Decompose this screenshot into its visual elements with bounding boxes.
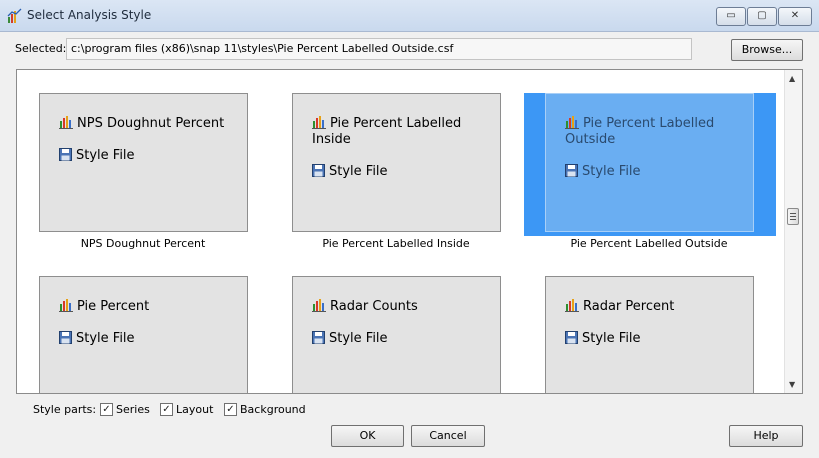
scroll-up-arrow-icon[interactable]: ▲ — [789, 74, 795, 83]
bar-chart-icon — [59, 116, 73, 129]
bar-chart-icon — [59, 299, 73, 312]
style-type: Style File — [312, 164, 388, 180]
layout-label[interactable]: Layout — [176, 403, 213, 416]
style-card-pie-percent[interactable]: Pie Percent Style File — [39, 276, 248, 393]
floppy-disk-icon — [565, 331, 578, 344]
series-checkbox[interactable]: ✓ — [100, 403, 113, 416]
style-card-radar-counts[interactable]: Radar Counts Style File — [292, 276, 501, 393]
floppy-disk-icon — [59, 331, 72, 344]
scroll-down-arrow-icon[interactable]: ▼ — [789, 380, 795, 389]
style-name: Pie Percent — [59, 298, 149, 315]
style-type: Style File — [59, 148, 135, 164]
style-caption: Pie Percent Labelled Inside — [322, 237, 470, 250]
background-label[interactable]: Background — [240, 403, 306, 416]
style-caption: Pie Percent Labelled Outside — [570, 237, 728, 250]
grip-line — [790, 219, 796, 220]
style-name: NPS Doughnut Percent — [59, 115, 224, 132]
minimize-button[interactable]: ▭ — [716, 7, 746, 26]
style-type: Style File — [59, 331, 135, 347]
style-card-pie-percent-labelled-inside[interactable]: Pie Percent Labelled Inside Style File — [292, 93, 501, 232]
scroll-thumb[interactable] — [787, 208, 799, 225]
bar-chart-icon — [312, 299, 326, 312]
background-checkbox[interactable]: ✓ — [224, 403, 237, 416]
floppy-disk-icon — [565, 164, 578, 177]
style-type: Style File — [312, 331, 388, 347]
style-card-nps-doughnut-percent[interactable]: NPS Doughnut Percent Style File — [39, 93, 248, 232]
style-parts-label: Style parts: — [33, 403, 97, 416]
style-caption: NPS Doughnut Percent — [80, 237, 206, 250]
cancel-button[interactable]: Cancel — [411, 425, 485, 447]
app-chart-icon — [7, 8, 22, 23]
series-label[interactable]: Series — [116, 403, 150, 416]
grip-line — [790, 213, 796, 214]
style-card-pie-percent-labelled-outside[interactable]: Pie Percent Labelled Outside Style File — [545, 93, 754, 232]
bar-chart-icon — [312, 116, 326, 129]
bar-chart-icon — [565, 116, 579, 129]
close-button[interactable]: ✕ — [778, 7, 812, 26]
floppy-disk-icon — [312, 331, 325, 344]
style-name: Radar Counts — [312, 298, 418, 315]
ok-button[interactable]: OK — [331, 425, 404, 447]
style-name: Radar Percent — [565, 298, 674, 315]
window-title: Select Analysis Style — [27, 8, 152, 22]
maximize-button[interactable]: ▢ — [747, 7, 777, 26]
vertical-scrollbar[interactable]: ▲ ▼ — [784, 70, 802, 393]
floppy-disk-icon — [59, 148, 72, 161]
style-name: Pie Percent Labelled Outside — [565, 116, 715, 147]
style-card-radar-percent[interactable]: Radar Percent Style File — [545, 276, 754, 393]
floppy-disk-icon — [312, 164, 325, 177]
layout-checkbox[interactable]: ✓ — [160, 403, 173, 416]
style-name: Pie Percent Labelled Inside — [312, 116, 462, 147]
style-type: Style File — [565, 331, 641, 347]
selected-path-field[interactable]: c:\program files (x86)\snap 11\styles\Pi… — [66, 38, 692, 60]
bar-chart-icon — [565, 299, 579, 312]
help-button[interactable]: Help — [729, 425, 803, 447]
grip-line — [790, 216, 796, 217]
browse-button[interactable]: Browse... — [731, 39, 803, 61]
title-bar: Select Analysis Style ▭ ▢ ✕ — [0, 0, 819, 32]
styles-panel[interactable]: NPS Doughnut Percent Style File NPS Doug… — [16, 69, 803, 394]
style-type: Style File — [565, 164, 641, 180]
selected-label: Selected: — [15, 42, 67, 55]
